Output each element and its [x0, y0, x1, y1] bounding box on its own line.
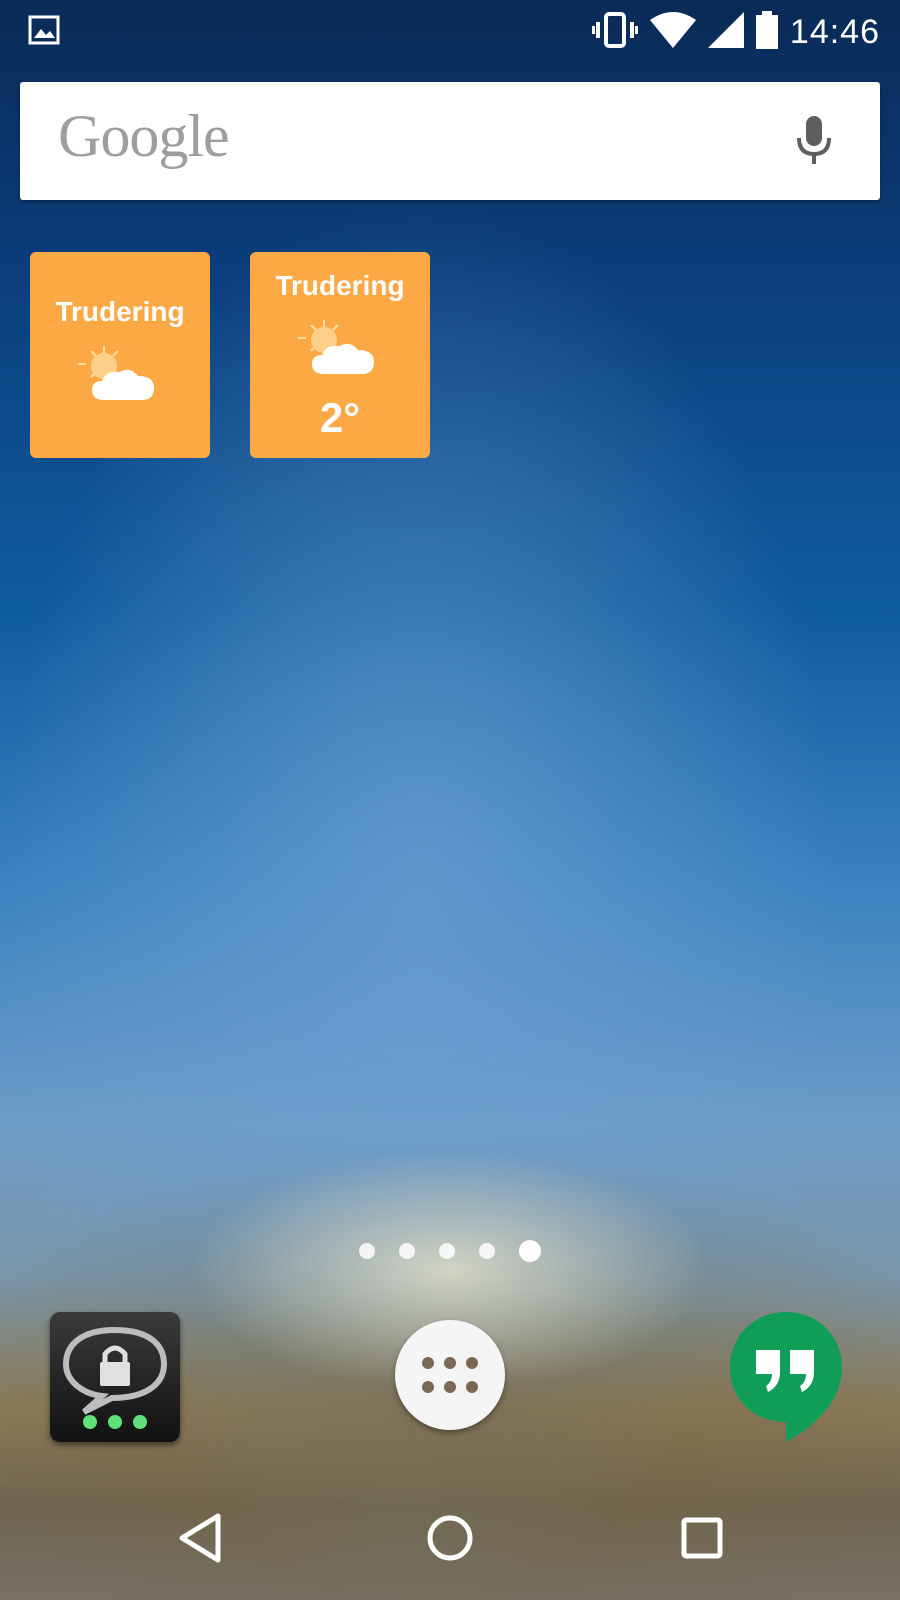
status-clock: 14:46: [789, 12, 880, 51]
page-dot[interactable]: [479, 1243, 495, 1259]
image-notification-icon: [28, 14, 60, 50]
page-dot[interactable]: [399, 1243, 415, 1259]
mic-icon[interactable]: [796, 116, 832, 170]
weather-temperature: 2°: [319, 394, 361, 441]
app-drawer-button[interactable]: [395, 1320, 505, 1430]
hangouts-icon: [730, 1312, 842, 1442]
apps-grid-icon: [422, 1357, 478, 1393]
battery-icon: [755, 11, 778, 53]
back-icon[interactable]: [176, 1512, 224, 1568]
weather-city: Trudering: [275, 270, 405, 301]
partly-cloudy-icon: [298, 318, 382, 382]
wifi-icon: [649, 12, 696, 52]
page-indicator: [0, 1240, 900, 1262]
navigation-bar: [0, 1488, 900, 1600]
weather-widget[interactable]: Trudering 2°: [250, 252, 430, 458]
weather-city: Trudering: [55, 296, 185, 327]
page-dot[interactable]: [439, 1243, 455, 1259]
weather-widget[interactable]: Trudering: [30, 252, 210, 458]
status-bar: 14:46: [0, 0, 900, 64]
page-dot[interactable]: [359, 1243, 375, 1259]
partly-cloudy-icon: [78, 344, 162, 408]
recents-icon[interactable]: [680, 1512, 724, 1568]
hangouts-app[interactable]: [728, 1310, 844, 1446]
google-search-bar[interactable]: Google: [20, 82, 880, 200]
home-icon[interactable]: [426, 1512, 474, 1568]
page-dot-active[interactable]: [519, 1240, 541, 1262]
lock-chat-icon: [62, 1326, 168, 1429]
signal-icon: [707, 12, 744, 52]
vibrate-icon: [591, 10, 638, 54]
google-logo: Google: [58, 103, 230, 169]
secure-chat-app[interactable]: [50, 1312, 180, 1442]
